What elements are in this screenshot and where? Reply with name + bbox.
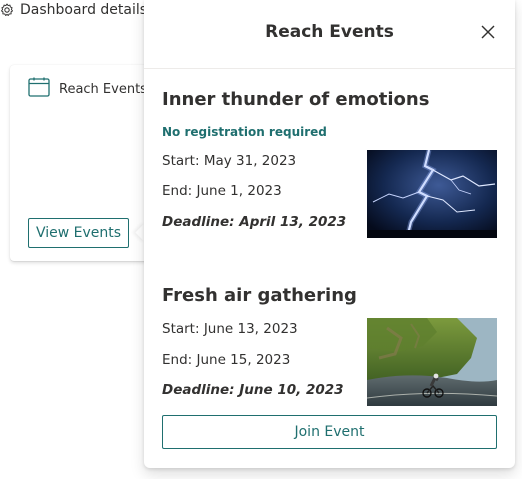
card-title: Reach Events [59, 81, 147, 97]
event-title: Inner thunder of emotions [162, 89, 430, 110]
event-end-date: End: June 1, 2023 [162, 183, 282, 199]
event-image-cyclist [367, 318, 497, 406]
gear-icon[interactable] [0, 3, 14, 17]
callout-header: Reach Events [144, 0, 515, 69]
event-title: Fresh air gathering [162, 285, 357, 306]
event-deadline: Deadline: June 10, 2023 [162, 382, 344, 398]
dashboard-details-label: Dashboard details [20, 2, 148, 18]
join-event-button[interactable]: Join Event [162, 415, 497, 449]
event-start-date: Start: June 13, 2023 [162, 321, 298, 337]
page-header: Dashboard details [0, 0, 147, 20]
calendar-icon [28, 77, 50, 101]
event-end-date: End: June 15, 2023 [162, 352, 291, 368]
event-registration-note: No registration required [162, 125, 327, 139]
close-icon[interactable] [481, 24, 495, 43]
callout-title: Reach Events [265, 22, 394, 42]
event-start-date: Start: May 31, 2023 [162, 153, 297, 169]
view-events-button[interactable]: View Events [28, 218, 129, 248]
event-image-lightning [367, 150, 497, 238]
reach-events-callout: Reach Events Inner thunder of emotions N… [144, 0, 515, 468]
event-deadline: Deadline: April 13, 2023 [162, 214, 347, 230]
close-button[interactable] [477, 22, 499, 44]
card-header: Reach Events [28, 77, 147, 101]
